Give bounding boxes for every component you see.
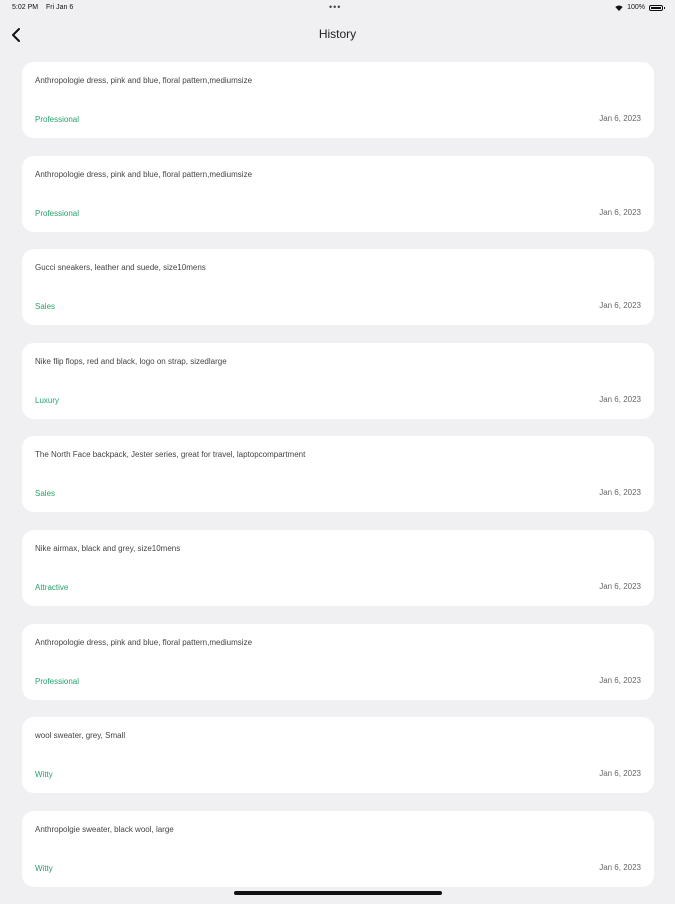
history-item-tag: Professional xyxy=(35,676,80,686)
multitasking-dots[interactable]: ••• xyxy=(329,2,341,12)
history-item-description: Nike flip flops, red and black, logo on … xyxy=(35,356,227,366)
history-card[interactable]: Anthropologie dress, pink and blue, flor… xyxy=(22,155,654,232)
history-card[interactable]: Anthropolgie sweater, black wool, large … xyxy=(22,810,654,887)
battery-percent: 100% xyxy=(627,4,645,11)
history-item-tag: Sales xyxy=(35,302,56,312)
home-indicator[interactable] xyxy=(234,891,442,895)
page-title: History xyxy=(318,27,357,41)
history-card[interactable]: Nike airmax, black and grey, size10mens … xyxy=(22,529,654,606)
history-item-description: Gucci sneakers, leather and suede, size1… xyxy=(35,263,206,273)
history-item-description: The North Face backpack, Jester series, … xyxy=(35,450,306,460)
status-time: 5:02 PM xyxy=(12,4,39,11)
history-item-tag: Sales xyxy=(35,489,56,499)
history-item-tag: Witty xyxy=(35,770,53,780)
history-item-date: Jan 6, 2023 xyxy=(599,114,641,123)
history-item-description: Anthropologie dress, pink and blue, flor… xyxy=(35,637,253,647)
status-left: 5:02 PM Fri Jan 6 xyxy=(12,4,73,11)
navigation-bar: History xyxy=(0,20,675,50)
history-item-date: Jan 6, 2023 xyxy=(599,207,641,217)
history-card[interactable]: Gucci sneakers, leather and suede, size1… xyxy=(22,249,654,326)
history-item-date: Jan 6, 2023 xyxy=(599,769,641,779)
history-item-tag: Attractive xyxy=(35,582,69,592)
history-item-description: Anthropologie dress, pink and blue, flor… xyxy=(35,169,253,179)
history-item-date: Jan 6, 2023 xyxy=(599,301,641,311)
history-item-description: Anthropologie dress, pink and blue, flor… xyxy=(35,76,253,85)
history-item-description: Anthropolgie sweater, black wool, large xyxy=(35,824,174,834)
history-card[interactable]: Anthropologie dress, pink and blue, flor… xyxy=(22,623,654,700)
status-date: Fri Jan 6 xyxy=(46,4,74,11)
history-item-tag: Luxury xyxy=(35,395,60,405)
status-bar: 5:02 PM Fri Jan 6 ••• 100% xyxy=(0,0,675,16)
battery-level xyxy=(651,6,661,9)
history-item-description: Nike airmax, black and grey, size10mens xyxy=(35,543,181,553)
battery-icon xyxy=(649,4,665,11)
history-card[interactable]: Nike flip flops, red and black, logo on … xyxy=(22,342,654,419)
wifi-icon xyxy=(615,5,623,11)
history-card[interactable]: Anthropologie dress, pink and blue, flor… xyxy=(22,62,654,138)
history-item-date: Jan 6, 2023 xyxy=(599,394,641,404)
history-card[interactable]: The North Face backpack, Jester series, … xyxy=(22,436,654,513)
history-item-date: Jan 6, 2023 xyxy=(599,488,641,498)
status-right: 100% xyxy=(615,4,665,11)
history-item-date: Jan 6, 2023 xyxy=(599,675,641,685)
history-item-date: Jan 6, 2023 xyxy=(599,862,641,872)
history-item-description: wool sweater, grey, Small xyxy=(35,731,126,741)
history-list: Anthropologie dress, pink and blue, flor… xyxy=(22,62,654,904)
history-item-tag: Professional xyxy=(35,208,80,218)
history-item-date: Jan 6, 2023 xyxy=(599,581,641,591)
history-item-tag: Professional xyxy=(35,115,80,124)
history-card[interactable]: wool sweater, grey, Small Witty Jan 6, 2… xyxy=(22,717,654,794)
history-item-tag: Witty xyxy=(35,863,53,873)
